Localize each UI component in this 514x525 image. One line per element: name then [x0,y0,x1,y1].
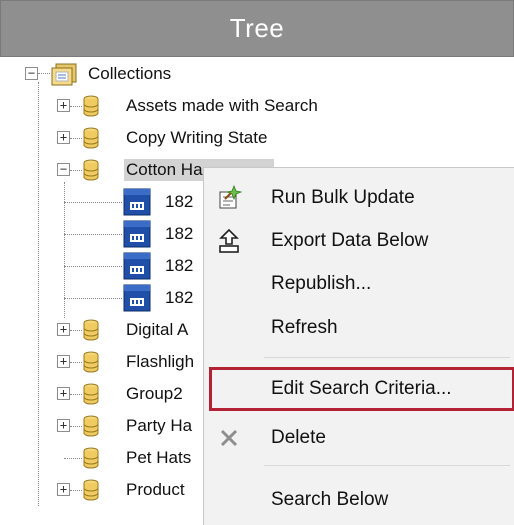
database-icon [83,415,99,437]
export-icon [212,224,246,258]
folder-icon [51,63,77,86]
tree-item-label: 182 [165,288,194,307]
database-icon [83,127,99,149]
tree-connector [70,330,82,331]
tree-connector [70,490,82,491]
bulk-update-icon [212,181,246,215]
expand-toggle[interactable]: + [57,131,70,144]
tree-item-label: Group2 [126,384,183,403]
expand-toggle[interactable]: + [57,419,70,432]
tree-item-flashlight[interactable]: + Flashligh [0,346,210,378]
tree-connector [70,138,82,139]
menu-separator [264,465,510,466]
expand-toggle[interactable]: + [57,323,70,336]
tree-item-label: Digital A [126,320,189,339]
asset-cube-icon [123,220,151,248]
expand-toggle[interactable]: + [57,483,70,496]
expand-toggle[interactable]: + [57,355,70,368]
collapse-toggle[interactable]: − [25,67,38,80]
tree-connector [64,266,122,267]
database-icon [83,95,99,117]
tree-connector [70,394,82,395]
tree-connector [70,426,82,427]
database-icon [83,447,99,469]
tree-item-label: Party Ha [126,416,193,435]
tree-item-asset[interactable]: 182 [0,282,210,314]
menu-item-republish[interactable]: Republish... [204,264,514,304]
tree-item-asset[interactable]: 182 [0,218,210,250]
tree-item-digital[interactable]: + Digital A [0,314,210,346]
tree-title: Tree [229,13,285,43]
context-menu: Run Bulk Update Export Data Below Republ… [203,167,514,525]
database-icon [83,351,99,373]
menu-item-export-data-below[interactable]: Export Data Below [204,221,514,261]
delete-x-icon [212,421,246,455]
menu-item-label: Republish... [271,273,372,294]
database-icon [83,159,99,181]
tree-item-label: 182 [165,192,194,211]
menu-item-delete[interactable]: Delete [204,418,514,458]
database-icon [83,479,99,501]
asset-cube-icon [123,252,151,280]
menu-separator [264,357,510,358]
menu-item-refresh[interactable]: Refresh [204,308,514,348]
tree-connector [70,106,82,107]
tree-item-copy-writing-state[interactable]: + Copy Writing State [0,122,400,154]
tree-item-assets-made-with-search[interactable]: + Assets made with Search [0,90,400,122]
tree-connector [64,298,122,299]
tree-item-label: Product [126,480,185,499]
menu-item-label: Search Below [271,489,389,510]
tree-item-label: Assets made with Search [126,96,318,115]
tree-item-label: Flashligh [126,352,195,371]
tree-item-label: Collections [88,64,172,83]
database-icon [83,319,99,341]
expand-toggle[interactable]: + [57,387,70,400]
highlight-box [209,367,514,411]
asset-cube-icon [123,284,151,312]
collapse-toggle[interactable]: − [57,163,70,176]
menu-item-run-bulk-update[interactable]: Run Bulk Update [204,178,514,218]
tree-item-label: 182 [165,224,194,243]
menu-item-search-below[interactable]: Search Below [204,480,514,520]
tree-item-label: Pet Hats [126,448,192,467]
expand-toggle[interactable]: + [57,99,70,112]
tree-connector [64,234,122,235]
database-icon [83,383,99,405]
tree-item-party-hats[interactable]: + Party Ha [0,410,210,442]
tree-item-pet-hats[interactable]: Pet Hats [0,442,210,474]
tree-item-product[interactable]: + Product [0,474,210,506]
tree-item-label: 182 [165,256,194,275]
tree-item-group2[interactable]: + Group2 [0,378,210,410]
tree-item-asset[interactable]: 182 [0,186,210,218]
tree-item-asset[interactable]: 182 [0,250,210,282]
tree-connector [64,202,122,203]
tree-connector [64,458,82,459]
menu-item-label: Delete [271,427,326,448]
tree-connector [38,73,50,74]
menu-item-label: Refresh [271,317,338,338]
tree-root-collections[interactable]: − Collections [0,58,230,90]
menu-item-label: Export Data Below [271,230,429,251]
tree-connector [70,170,82,171]
tree-connector [70,362,82,363]
asset-cube-icon [123,188,151,216]
tree-panel-header: Tree [0,0,514,57]
tree-item-label: Copy Writing State [126,128,268,147]
menu-item-label: Run Bulk Update [271,187,415,208]
